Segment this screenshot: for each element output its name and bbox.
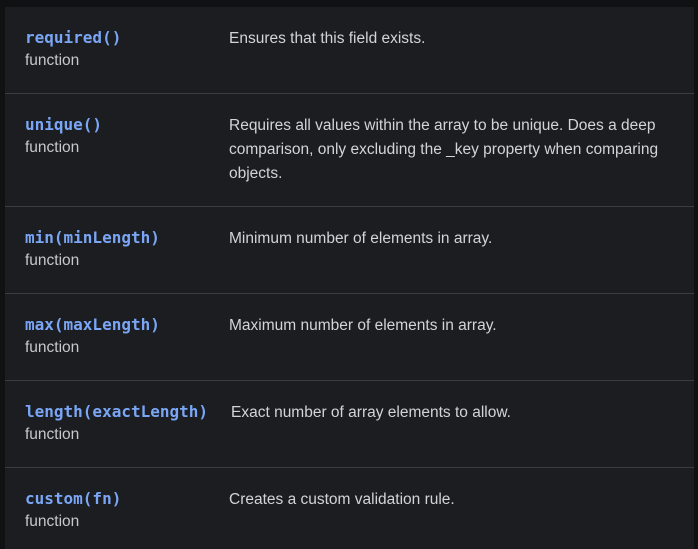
table-row: min(minLength) function Minimum number o… — [5, 207, 694, 293]
rule-name: length(exactLength) — [25, 402, 209, 421]
table-row: custom(fn) function Creates a custom val… — [5, 468, 694, 549]
rule-name: max(maxLength) — [25, 315, 160, 334]
rule-name: unique() — [25, 115, 103, 134]
rule-description: Exact number of array elements to allow. — [231, 404, 511, 421]
rule-description: Minimum number of elements in array. — [229, 230, 493, 247]
table-row: unique() function Requires all values wi… — [5, 94, 694, 206]
table-row: length(exactLength) function Exact numbe… — [5, 381, 694, 467]
rule-description: Requires all values within the array to … — [229, 117, 659, 182]
table-row: required() function Ensures that this fi… — [5, 7, 694, 93]
rule-name: required() — [25, 28, 122, 47]
rule-name: custom(fn) — [25, 489, 122, 508]
rule-description: Creates a custom validation rule. — [229, 491, 455, 508]
table-row: max(maxLength) function Maximum number o… — [5, 294, 694, 380]
rule-type: function — [25, 513, 80, 530]
rule-type: function — [25, 339, 80, 356]
rule-type: function — [25, 52, 80, 69]
rule-type: function — [25, 252, 80, 269]
rule-type: function — [25, 139, 80, 156]
validation-rules-table: required() function Ensures that this fi… — [5, 7, 694, 549]
rule-description: Maximum number of elements in array. — [229, 317, 497, 334]
rule-type: function — [25, 426, 80, 443]
rule-name: min(minLength) — [25, 228, 160, 247]
rule-description: Ensures that this field exists. — [229, 30, 426, 47]
